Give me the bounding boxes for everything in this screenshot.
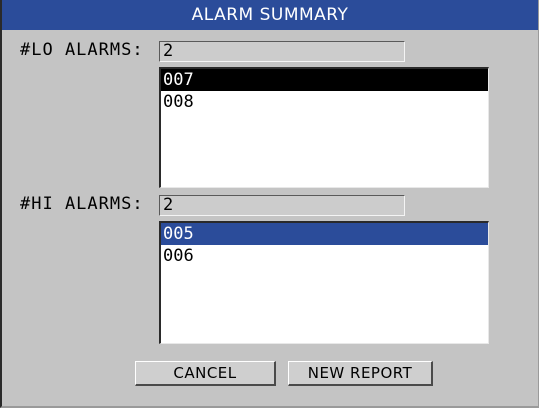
lo-alarms-list[interactable]: 007 008 bbox=[159, 67, 489, 188]
cancel-button[interactable]: CANCEL bbox=[135, 361, 276, 386]
lo-alarms-count-field: 2 bbox=[159, 41, 405, 62]
lo-alarm-item[interactable]: 008 bbox=[161, 91, 488, 113]
lo-alarms-label: #LO ALARMS: bbox=[20, 40, 144, 60]
hi-alarms-count-field: 2 bbox=[159, 195, 405, 216]
alarm-summary-dialog: ALARM SUMMARY #LO ALARMS: 2 007 008 #HI … bbox=[0, 0, 539, 408]
hi-alarm-item[interactable]: 006 bbox=[161, 245, 488, 267]
hi-alarm-item[interactable]: 005 bbox=[161, 223, 488, 245]
hi-alarms-list[interactable]: 005 006 bbox=[159, 221, 489, 344]
dialog-title: ALARM SUMMARY bbox=[2, 0, 538, 30]
lo-alarm-item[interactable]: 007 bbox=[161, 69, 488, 91]
new-report-button[interactable]: NEW REPORT bbox=[288, 361, 433, 386]
hi-alarms-label: #HI ALARMS: bbox=[20, 194, 144, 214]
